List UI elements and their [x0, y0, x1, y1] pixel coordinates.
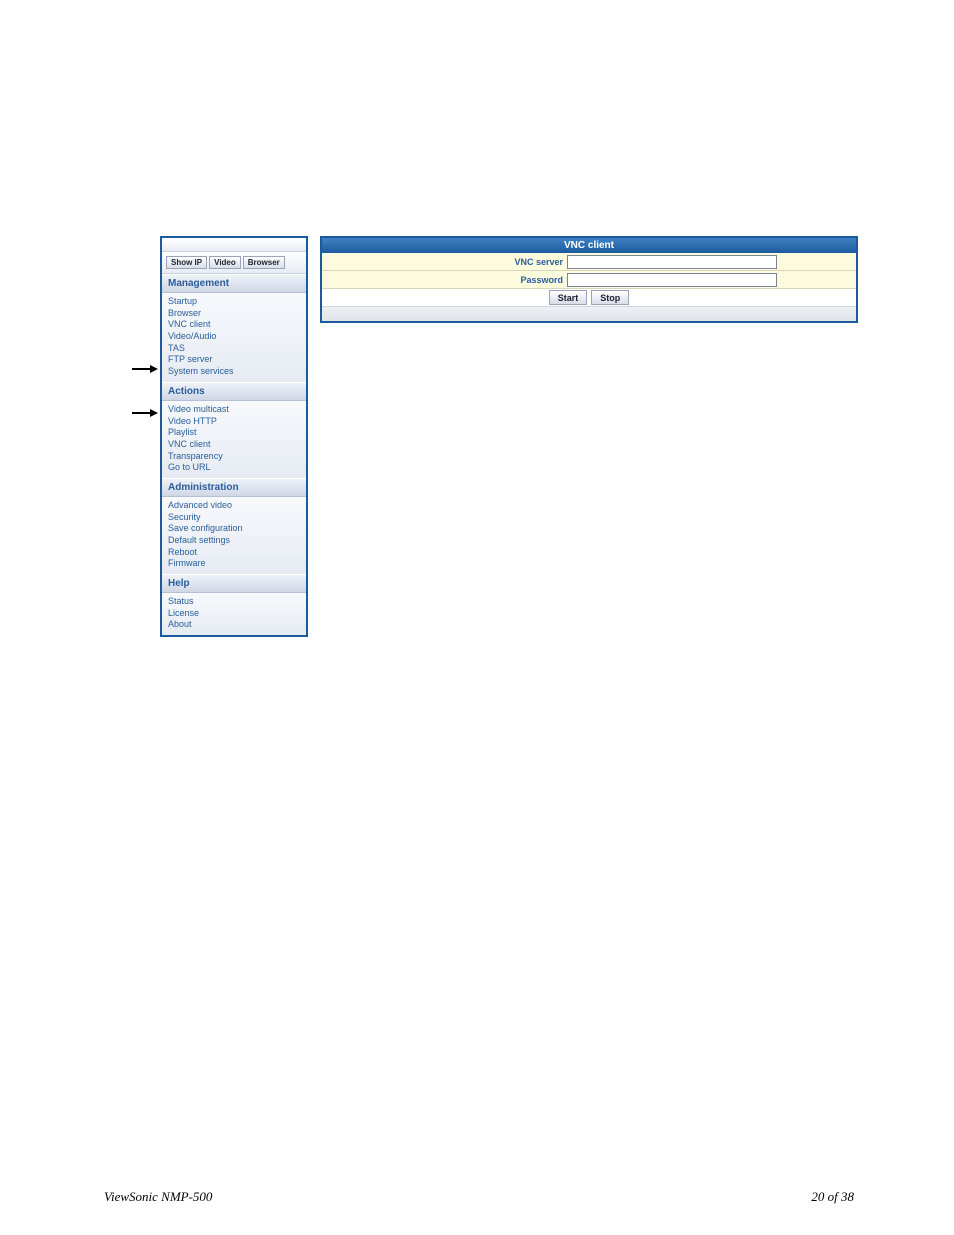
sidebar-item-transparency[interactable]: Transparency	[168, 451, 300, 463]
sidebar-item-video-http[interactable]: Video HTTP	[168, 416, 300, 428]
sidebar-item-ftp-server[interactable]: FTP server	[168, 354, 300, 366]
page: Show IP Video Browser Management Startup…	[0, 0, 954, 1235]
sidebar-button-row: Show IP Video Browser	[162, 252, 306, 274]
sidebar-spacer	[162, 238, 306, 252]
sidebar-item-browser[interactable]: Browser	[168, 308, 300, 320]
sidebar-item-reboot[interactable]: Reboot	[168, 547, 300, 559]
sidebar-item-status[interactable]: Status	[168, 596, 300, 608]
sidebar-item-license[interactable]: License	[168, 608, 300, 620]
sidebar-item-default-settings[interactable]: Default settings	[168, 535, 300, 547]
password-input[interactable]	[567, 273, 777, 287]
vnc-server-input[interactable]	[567, 255, 777, 269]
label-password: Password	[322, 275, 567, 285]
sidebar-item-video-audio[interactable]: Video/Audio	[168, 331, 300, 343]
sidebar-items-administration: Advanced video Security Save configurati…	[162, 497, 306, 574]
sidebar: Show IP Video Browser Management Startup…	[160, 236, 308, 637]
arrow-icon	[132, 364, 158, 374]
sidebar-item-security[interactable]: Security	[168, 512, 300, 524]
sidebar-item-firmware[interactable]: Firmware	[168, 558, 300, 570]
arrow-icon	[132, 408, 158, 418]
row-buttons: Start Stop	[322, 289, 856, 307]
row-vnc-server: VNC server	[322, 253, 856, 271]
footer-left: ViewSonic NMP-500	[104, 1189, 212, 1205]
sidebar-item-startup[interactable]: Startup	[168, 296, 300, 308]
row-footer	[322, 307, 856, 321]
stop-button[interactable]: Stop	[591, 290, 629, 305]
sidebar-item-advanced-video[interactable]: Advanced video	[168, 500, 300, 512]
sidebar-item-tas[interactable]: TAS	[168, 343, 300, 355]
sidebar-item-save-configuration[interactable]: Save configuration	[168, 523, 300, 535]
sidebar-header-management: Management	[162, 274, 306, 293]
sidebar-item-video-multicast[interactable]: Video multicast	[168, 404, 300, 416]
sidebar-header-help: Help	[162, 574, 306, 593]
label-vnc-server: VNC server	[322, 257, 567, 267]
sidebar-item-go-to-url[interactable]: Go to URL	[168, 462, 300, 474]
content-panel: VNC client VNC server Password Start Sto…	[320, 236, 858, 323]
sidebar-item-vnc-client-action[interactable]: VNC client	[168, 439, 300, 451]
start-button[interactable]: Start	[549, 290, 588, 305]
page-footer: ViewSonic NMP-500 20 of 38	[104, 1189, 854, 1205]
browser-button[interactable]: Browser	[243, 256, 285, 269]
sidebar-header-administration: Administration	[162, 478, 306, 497]
sidebar-header-actions: Actions	[162, 382, 306, 401]
panel-title: VNC client	[322, 238, 856, 253]
sidebar-items-actions: Video multicast Video HTTP Playlist VNC …	[162, 401, 306, 478]
sidebar-item-system-services[interactable]: System services	[168, 366, 300, 378]
sidebar-item-about[interactable]: About	[168, 619, 300, 631]
sidebar-item-vnc-client[interactable]: VNC client	[168, 319, 300, 331]
video-button[interactable]: Video	[209, 256, 241, 269]
sidebar-items-management: Startup Browser VNC client Video/Audio T…	[162, 293, 306, 382]
show-ip-button[interactable]: Show IP	[166, 256, 207, 269]
sidebar-items-help: Status License About	[162, 593, 306, 635]
footer-right: 20 of 38	[811, 1189, 854, 1205]
row-password: Password	[322, 271, 856, 289]
sidebar-item-playlist[interactable]: Playlist	[168, 427, 300, 439]
